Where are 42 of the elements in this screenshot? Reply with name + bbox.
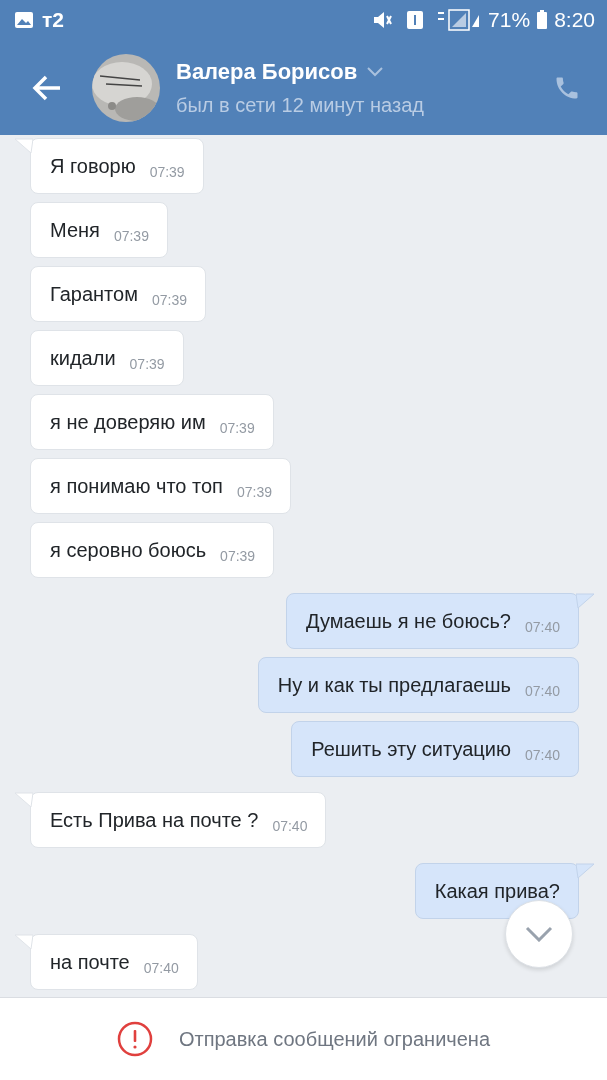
- message-text: кидали: [50, 346, 116, 371]
- gallery-icon: [14, 11, 34, 29]
- message-text: Какая прива?: [434, 879, 560, 904]
- message-time: 07:39: [151, 290, 187, 310]
- scroll-down-button[interactable]: [505, 900, 573, 968]
- message-time: 07:39: [113, 226, 149, 246]
- clock: 8:20: [554, 7, 595, 34]
- back-arrow-icon: [32, 74, 62, 101]
- message-time: 07:39: [220, 546, 256, 566]
- back-button[interactable]: [32, 74, 62, 101]
- message-time: 07:40: [272, 816, 308, 836]
- message-time: 07:39: [219, 418, 255, 438]
- battery-icon: [536, 10, 549, 30]
- message-time: 07:40: [524, 681, 560, 701]
- contact-name: Валера Борисов: [176, 58, 358, 86]
- message-time: 07:40: [524, 617, 560, 637]
- message-time: 07:39: [236, 482, 272, 502]
- message-text: Меня: [50, 218, 100, 243]
- message-text: Думаешь я не боюсь?: [305, 609, 511, 634]
- warning-icon: [116, 1021, 153, 1057]
- message-time: 07:39: [129, 354, 165, 374]
- message-time: 07:40: [524, 745, 560, 765]
- last-seen-status: был в сети 12 минут назад: [176, 93, 425, 118]
- message-text: Я говорю: [50, 154, 136, 179]
- restriction-notice: Отправка сообщений ограничена: [178, 1027, 491, 1052]
- message-text: Решить эту ситуацию: [311, 737, 511, 762]
- mute-icon: [372, 10, 395, 30]
- message-text: я не доверяю им: [50, 410, 206, 435]
- message-text: Гарантом: [50, 282, 138, 307]
- sim-icon: [406, 10, 425, 30]
- message-text: на почте: [50, 950, 130, 975]
- message-text: Ну и как ты предлагаешь: [277, 673, 511, 698]
- battery-level: 71%: [488, 7, 531, 34]
- chevron-down-icon: [525, 926, 553, 942]
- message-time: 07:40: [143, 958, 179, 978]
- chevron-down-icon: [367, 66, 384, 77]
- message-text: Есть Прива на почте ?: [50, 808, 259, 833]
- carrier-name: т2: [42, 7, 64, 34]
- message-time: 07:39: [149, 162, 185, 182]
- signal-icon: [436, 9, 481, 31]
- message-text: я серовно боюсь: [50, 538, 207, 563]
- message-text: я понимаю что топ: [50, 474, 223, 499]
